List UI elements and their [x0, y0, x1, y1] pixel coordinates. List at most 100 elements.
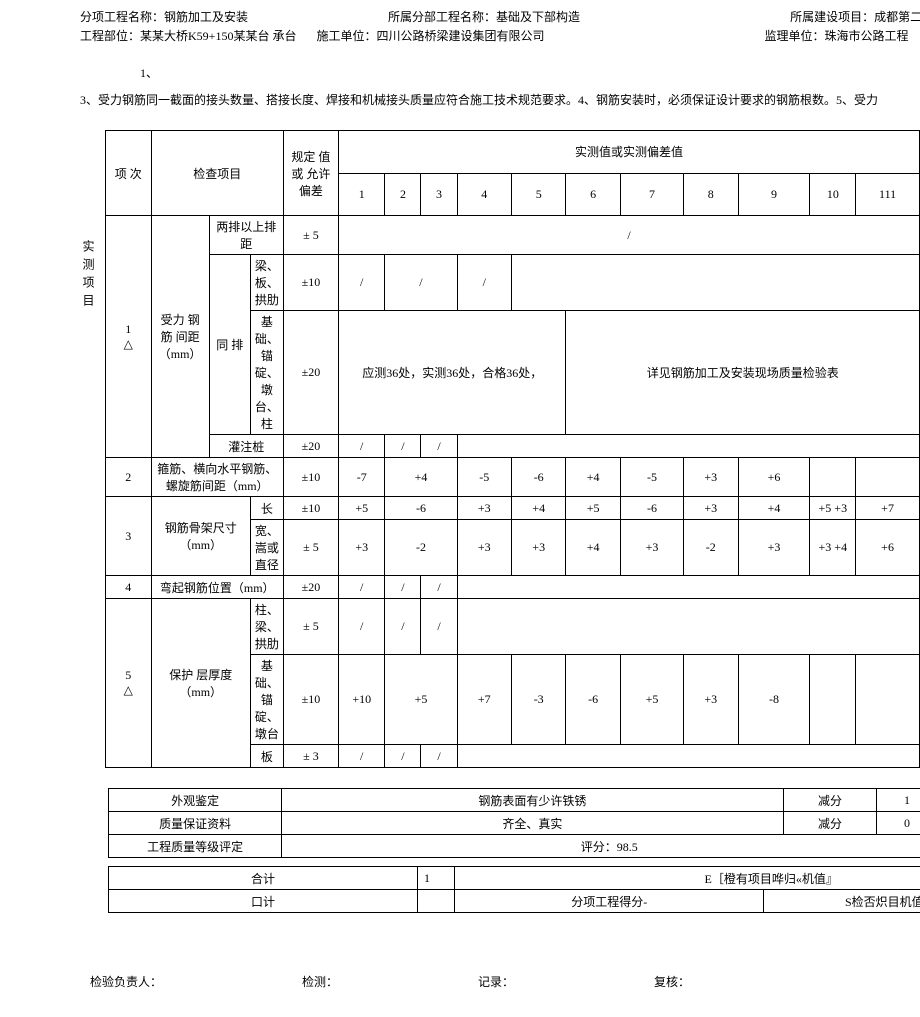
row-sub: 两排以上排距 [209, 216, 283, 255]
th-col: 7 [620, 173, 683, 216]
cell: / [421, 435, 457, 458]
cell: -2 [684, 520, 738, 576]
sum-val: E［橙有项目哗归«机值』 [455, 867, 920, 890]
sum-label: 合计 [109, 867, 418, 890]
row-cat: 钢筋骨架尺寸（mm） [151, 497, 250, 576]
cell: +3 [738, 520, 810, 576]
row-sub: 灌注桩 [209, 435, 283, 458]
eval-label: 工程质量等级评定 [109, 835, 282, 858]
label: 监理单位： [764, 29, 824, 43]
sum-val: 分项工程得分- [455, 890, 764, 913]
cell: +3 [684, 458, 738, 497]
cell: +10 [339, 655, 385, 745]
row-no: 3 [106, 497, 152, 576]
cell: 详见钢筋加工及安装现场质量检验表 [566, 311, 920, 435]
cell: +4 [511, 497, 565, 520]
cell: +4 [385, 458, 457, 497]
cell: / [385, 435, 421, 458]
eval-val: 0 [877, 812, 920, 835]
cell: / [339, 216, 920, 255]
eval-val: 齐全、真实 [282, 812, 783, 835]
th-col: 3 [421, 173, 457, 216]
th-col: 9 [738, 173, 810, 216]
cell: / [339, 576, 385, 599]
sig-review: 复核： [654, 973, 690, 990]
cell: -2 [385, 520, 457, 576]
measurement-table: 项 次 检查项目 规定 值或 允许偏差 实测值或实测偏差值 1 2 3 4 5 … [105, 130, 920, 768]
cell: / [421, 576, 457, 599]
cell: +5 [620, 655, 683, 745]
side-label: 实测项目 [80, 130, 105, 312]
cell: / [421, 599, 457, 655]
value: 基础及下部构造 [496, 10, 580, 24]
cell: +7 [856, 497, 920, 520]
row-cat: 保护 层厚度（mm） [151, 599, 250, 768]
row-sub: 板 [250, 745, 283, 768]
cell: / [457, 255, 511, 311]
label: 分项工程名称： [80, 10, 164, 24]
cell: +6 [738, 458, 810, 497]
cell: -5 [457, 458, 511, 497]
label: 所属分部工程名称： [388, 10, 496, 24]
sum-table: 合计 1 E［橙有项目哗归«机值』 口计 分项工程得分- S检否炽目机值 =89… [108, 866, 920, 913]
cell [856, 458, 920, 497]
cell: -8 [738, 655, 810, 745]
tol: ± 5 [283, 520, 338, 576]
value: 成都第二绕: [874, 10, 920, 24]
th-col: 10 [810, 173, 856, 216]
header-block: 分项工程名称：钢筋加工及安装 所属分部工程名称：基础及下部构造 所属建设项目：成… [80, 8, 920, 44]
cell: 应测36处，实测36处，合格36处， [339, 311, 566, 435]
cell: -7 [339, 458, 385, 497]
cell: -6 [620, 497, 683, 520]
cell: / [385, 255, 457, 311]
th-col: 2 [385, 173, 421, 216]
value: 钢筋加工及安装 [164, 10, 248, 24]
row-no: 2 [106, 458, 152, 497]
cell [457, 435, 919, 458]
note-1: 1、 [140, 64, 920, 81]
value: 四川公路桥梁建设集团有限公司 [376, 29, 544, 43]
row-group: 同 排 [209, 255, 250, 435]
sum-label: 口计 [109, 890, 418, 913]
cell: -6 [385, 497, 457, 520]
eval-label: 减分 [783, 812, 877, 835]
cell: / [385, 576, 421, 599]
cell: +3 [511, 520, 565, 576]
row-no: 4 [106, 576, 152, 599]
cell [457, 599, 919, 655]
tol: ± 3 [283, 745, 338, 768]
sum-val [417, 890, 454, 913]
sig-inspector: 检验负责人： [90, 973, 162, 990]
cell [511, 255, 919, 311]
cell: / [385, 745, 421, 768]
cell: +3 [457, 497, 511, 520]
evaluation-table: 外观鉴定 钢筋表面有少许铁锈 减分 1 监理意见 质量保证资料 齐全、真实 减分… [108, 788, 920, 858]
th-shice: 实测值或实测偏差值 [339, 131, 920, 174]
cell: +4 [738, 497, 810, 520]
cell: -6 [566, 655, 620, 745]
sum-val: S检否炽目机值 [764, 890, 920, 913]
cell [457, 745, 919, 768]
label: 工程部位： [80, 29, 140, 43]
row-sub: 宽、嵩或直径 [250, 520, 283, 576]
th-col: 6 [566, 173, 620, 216]
tol: ±10 [283, 655, 338, 745]
cell: +3 [684, 497, 738, 520]
label: 施工单位： [316, 29, 376, 43]
th-col: 5 [511, 173, 565, 216]
value: 某某大桥K59+150某某台 承台 [140, 29, 296, 43]
cell: +3 [339, 520, 385, 576]
tol: ±20 [283, 576, 338, 599]
cell [457, 576, 919, 599]
cell: +6 [856, 520, 920, 576]
tol: ±10 [283, 497, 338, 520]
cell: +5 [339, 497, 385, 520]
th-col: 4 [457, 173, 511, 216]
cell: / [421, 745, 457, 768]
sig-record: 记录： [478, 973, 514, 990]
row-sub: 基础、锚碇、墩台、柱 [250, 311, 283, 435]
tol: ±20 [283, 311, 338, 435]
row-sub: 箍筋、横向水平钢筋、螺旋筋间距（mm） [151, 458, 283, 497]
th-col: 1 [339, 173, 385, 216]
cell: +3 +4 [810, 520, 856, 576]
